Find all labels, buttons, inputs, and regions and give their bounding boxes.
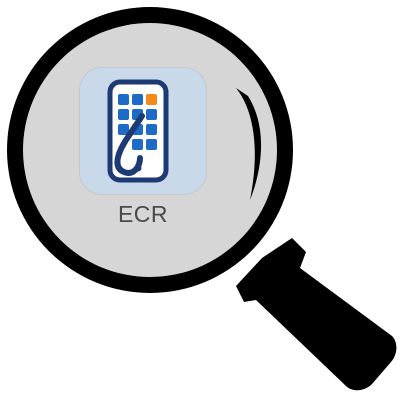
phone-home-button: [134, 164, 142, 172]
magnifier-handle: [236, 238, 397, 391]
scene: ECR: [0, 0, 400, 401]
app-label: ECR: [117, 201, 169, 227]
phone-app-grid-icon: [107, 79, 169, 183]
app-icon[interactable]: [80, 68, 206, 194]
